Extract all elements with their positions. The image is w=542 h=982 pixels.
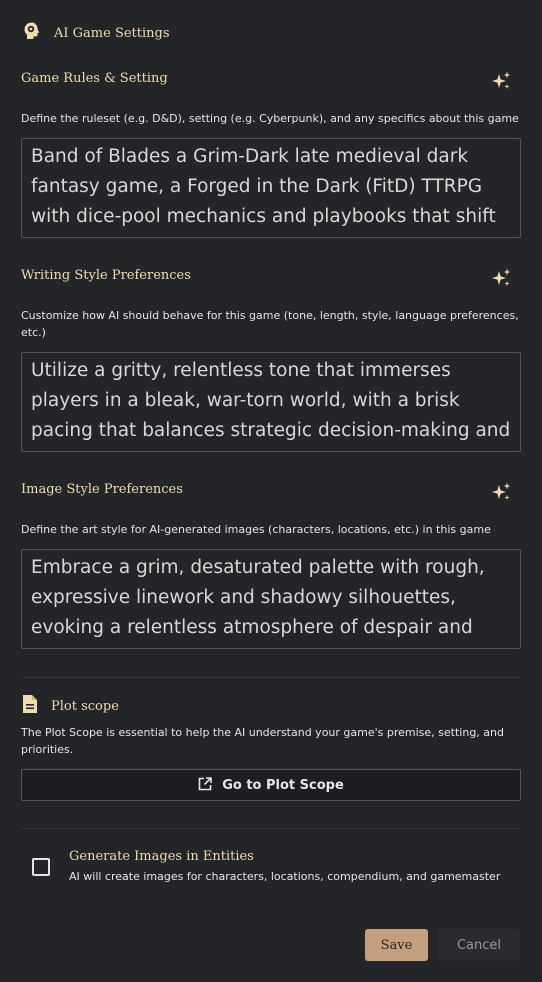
header: AI Game Settings xyxy=(22,22,170,44)
plot-scope-header: Plot scope xyxy=(22,694,119,718)
generate-images-checkbox[interactable] xyxy=(32,858,50,876)
cancel-button[interactable]: Cancel xyxy=(438,929,520,961)
external-link-icon xyxy=(198,776,213,795)
image-style-description: Define the art style for AI-generated im… xyxy=(21,523,491,536)
writing-style-title: Writing Style Preferences xyxy=(21,268,191,283)
image-style-textarea[interactable]: Embrace a grim, desaturated palette with… xyxy=(21,549,521,649)
writing-style-textarea[interactable]: Utilize a gritty, relentless tone that i… xyxy=(21,352,521,452)
game-rules-title: Game Rules & Setting xyxy=(21,71,168,86)
sparkles-icon[interactable] xyxy=(490,70,512,92)
save-button[interactable]: Save xyxy=(365,929,428,961)
sparkles-icon[interactable] xyxy=(490,267,512,289)
game-rules-textarea[interactable]: Band of Blades a Grim-Dark late medieval… xyxy=(21,138,521,238)
sparkles-icon[interactable] xyxy=(490,481,512,503)
writing-style-value[interactable]: Utilize a gritty, relentless tone that i… xyxy=(22,353,520,446)
game-rules-description: Define the ruleset (e.g. D&D), setting (… xyxy=(21,112,519,125)
image-style-title: Image Style Preferences xyxy=(21,482,183,497)
document-icon xyxy=(22,694,38,718)
image-style-value[interactable]: Embrace a grim, desaturated palette with… xyxy=(22,550,520,643)
page-title: AI Game Settings xyxy=(54,25,170,41)
go-to-plot-scope-button[interactable]: Go to Plot Scope xyxy=(21,769,521,801)
writing-style-description: Customize how AI should behave for this … xyxy=(21,309,519,339)
divider xyxy=(21,828,521,829)
divider xyxy=(21,677,521,678)
generate-images-description: AI will create images for characters, lo… xyxy=(69,870,501,883)
brain-head-icon xyxy=(22,21,42,45)
plot-scope-description: The Plot Scope is essential to help the … xyxy=(21,726,504,756)
game-rules-value[interactable]: Band of Blades a Grim-Dark late medieval… xyxy=(22,139,520,232)
plot-scope-title: Plot scope xyxy=(51,698,119,714)
go-to-plot-scope-label: Go to Plot Scope xyxy=(222,777,344,793)
generate-images-title: Generate Images in Entities xyxy=(69,849,254,864)
